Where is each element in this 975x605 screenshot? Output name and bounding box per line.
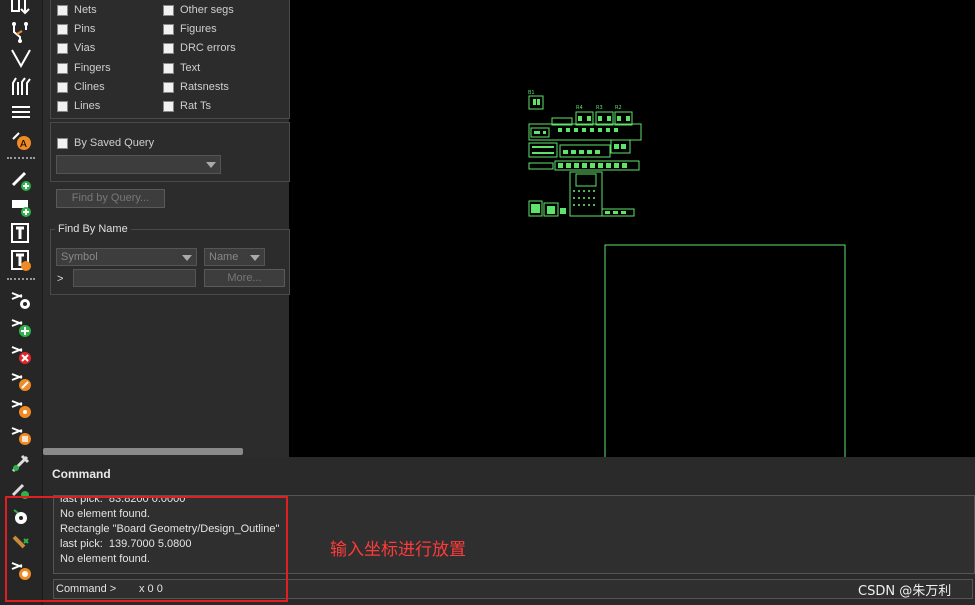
canvas-label-r2: R2 [615,105,622,111]
find-panel: By Saved Query Find by Query... Find By … [43,0,290,457]
filter-checkbox-pins[interactable]: Pins [57,23,95,35]
find-by-name-title: Find By Name [55,223,131,235]
filter-checkbox-text[interactable]: Text [163,62,200,74]
spread-icon[interactable] [9,100,33,124]
shape-list-icon[interactable] [9,423,33,447]
checkbox[interactable] [163,62,174,74]
design-canvas[interactable]: B1 R4 R3 R2 [290,0,975,466]
svg-text:A: A [20,139,27,150]
checkbox[interactable] [163,81,174,93]
filter-checkbox-label: Nets [74,4,97,16]
filter-checkbox-label: Text [180,62,201,74]
board-outline-rectangle [604,244,846,466]
highlight-box [5,496,288,602]
checkbox[interactable] [57,42,68,54]
filter-checkbox-figures[interactable]: Figures [163,23,217,35]
filter-checkbox-label: Pins [74,23,96,35]
annotation-text: 输入坐标进行放置 [330,540,466,560]
chevron-down-icon [206,162,216,168]
filter-checkbox-ratsnests[interactable]: Ratsnests [163,81,229,93]
filter-checkbox-label: Lines [74,100,101,112]
chevron-down-icon [182,255,192,261]
command-title: Command [52,467,111,481]
filter-checkbox-lines[interactable]: Lines [57,100,100,112]
component-ic-pad [575,173,597,187]
toolbar-separator [7,278,35,280]
filter-checkbox-label: Rat Ts [180,100,211,112]
component-c2 [528,142,558,158]
canvas-label-b1: B1 [528,90,535,96]
shape-edit-icon[interactable] [9,369,33,393]
component-ic [569,171,603,217]
shape-delete-icon[interactable] [9,342,33,366]
checkbox[interactable] [163,23,174,35]
checkbox[interactable] [57,4,68,16]
name-prompt-symbol: > [57,273,64,285]
name-select-value: Name [209,251,239,263]
checkbox[interactable] [163,100,174,112]
component-c5 [528,162,554,170]
chevron-down-icon [250,255,260,261]
route-icon[interactable] [9,20,33,44]
canvas-label-r4: R4 [576,105,583,111]
split-view-icon[interactable] [9,0,33,20]
auto-text-icon[interactable]: A [9,128,33,152]
symbol-select-value: Symbol [61,251,98,263]
fanout-icon[interactable] [9,46,33,70]
filter-checkbox-drc-errors[interactable]: DRC errors [163,42,236,54]
by-saved-query-checkbox[interactable]: By Saved Query [57,137,154,149]
filter-checkbox-fingers[interactable]: Fingers [57,62,111,74]
name-input[interactable] [73,269,196,287]
checkbox[interactable] [57,62,68,74]
checkbox[interactable] [163,4,174,16]
filter-checkbox-rat-ts[interactable]: Rat Ts [163,100,211,112]
filter-checkbox-vias[interactable]: Vias [57,42,95,54]
saved-query-select[interactable] [56,155,221,174]
by-saved-query-label: By Saved Query [74,137,155,149]
find-by-query-button[interactable]: Find by Query... [56,189,165,208]
filter-checkbox-label: Vias [74,42,96,54]
filter-checkbox-label: Clines [74,81,105,93]
shape-merge-icon[interactable] [9,396,33,420]
add-rect-icon[interactable] [9,194,33,218]
add-text-icon[interactable] [9,221,33,245]
panel-scrollbar[interactable] [43,448,243,455]
shape-settings-icon[interactable] [9,288,33,312]
filter-checkbox-nets[interactable]: Nets [57,4,97,16]
filter-checkbox-label: Ratsnests [180,81,229,93]
symbol-select[interactable]: Symbol [56,248,197,266]
filter-checkbox-label: Figures [180,23,217,35]
add-line-icon[interactable] [9,168,33,192]
shape-add-icon[interactable] [9,315,33,339]
watermark: CSDN @朱万利 [858,584,952,599]
checkbox[interactable] [57,81,68,93]
filter-checkbox-other-segs[interactable]: Other segs [163,4,234,16]
more-button[interactable]: More... [204,269,285,287]
checkbox[interactable] [163,42,174,54]
tool-icon[interactable] [9,451,33,475]
filter-checkbox-label: Other segs [180,4,234,16]
checkbox[interactable] [57,23,68,35]
board-drawing: B1 R4 R3 R2 [528,90,846,466]
filter-checkbox-label: DRC errors [180,42,236,54]
multi-route-icon[interactable] [9,74,33,98]
filter-checkbox-label: Fingers [74,62,111,74]
name-select[interactable]: Name [204,248,265,266]
edit-text-icon[interactable] [9,248,33,272]
filter-checkbox-clines[interactable]: Clines [57,81,105,93]
canvas-label-r3: R3 [596,105,603,111]
component-c4 [610,139,631,154]
checkbox[interactable] [57,137,68,149]
toolbar-separator [7,157,35,159]
checkbox[interactable] [57,100,68,112]
